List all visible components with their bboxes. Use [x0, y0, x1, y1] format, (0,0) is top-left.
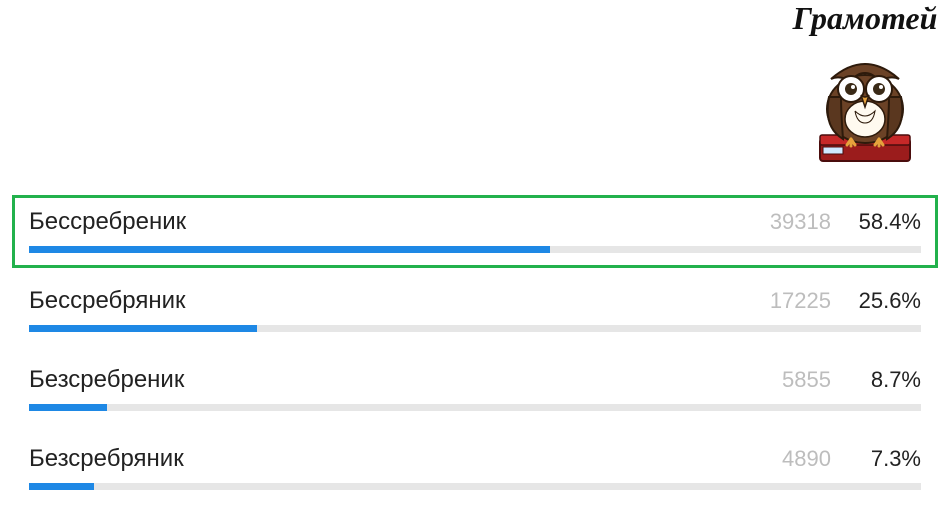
option-label: Безсребреник — [29, 366, 741, 394]
vote-percent: 7.3% — [851, 446, 921, 472]
vote-count: 39318 — [761, 209, 831, 235]
vote-count: 4890 — [761, 446, 831, 472]
progress-fill — [29, 246, 550, 253]
poll-options: Бессребреник 39318 58.4% Бессребряник 17… — [12, 195, 938, 511]
option-label: Бессребреник — [29, 208, 741, 236]
vote-percent: 58.4% — [851, 209, 921, 235]
progress-track — [29, 404, 921, 411]
brand-header: Грамотей — [780, 0, 950, 169]
poll-option[interactable]: Безсребреник 5855 8.7% — [12, 353, 938, 426]
progress-track — [29, 246, 921, 253]
vote-count: 5855 — [761, 367, 831, 393]
progress-fill — [29, 483, 94, 490]
option-label: Безсребряник — [29, 445, 741, 473]
poll-option[interactable]: Безсребряник 4890 7.3% — [12, 432, 938, 505]
vote-percent: 8.7% — [851, 367, 921, 393]
vote-percent: 25.6% — [851, 288, 921, 314]
progress-track — [29, 325, 921, 332]
vote-count: 17225 — [761, 288, 831, 314]
progress-fill — [29, 404, 107, 411]
poll-option[interactable]: Бессребряник 17225 25.6% — [12, 274, 938, 347]
poll-option[interactable]: Бессребреник 39318 58.4% — [12, 195, 938, 268]
brand-title: Грамотей — [780, 0, 950, 37]
progress-fill — [29, 325, 257, 332]
owl-icon — [780, 39, 950, 169]
option-label: Бессребряник — [29, 287, 741, 315]
progress-track — [29, 483, 921, 490]
